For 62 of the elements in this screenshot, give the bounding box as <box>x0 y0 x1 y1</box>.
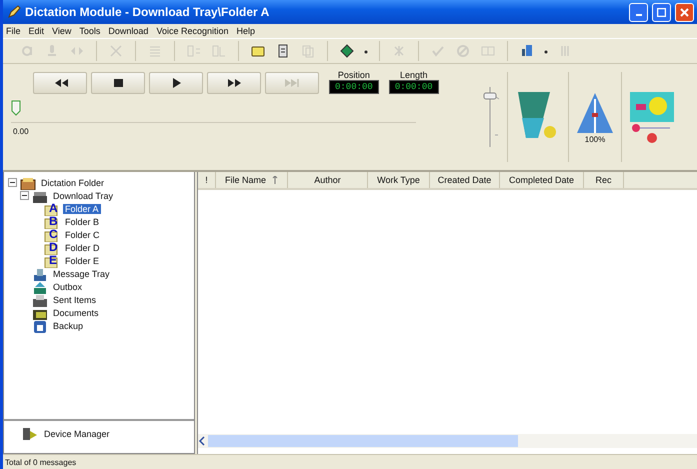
tree-item[interactable]: Folder E <box>63 256 102 266</box>
tree-item[interactable]: Download Tray <box>51 190 116 200</box>
menu-item[interactable]: Help <box>236 26 256 36</box>
rewind-button[interactable] <box>33 72 87 94</box>
position-display: 0:00:00 <box>329 80 379 94</box>
menu-item[interactable]: Download <box>108 26 148 36</box>
menu-item[interactable]: Edit <box>28 26 44 36</box>
window-title: Dictation Module - Download Tray\Folder A <box>25 5 270 19</box>
slider-thumb[interactable] <box>484 92 496 100</box>
minimize-button[interactable] <box>629 2 648 22</box>
collapse-toggle[interactable] <box>20 191 29 200</box>
maximize-button[interactable] <box>652 2 671 22</box>
tree-item[interactable]: Sent Items <box>51 294 98 304</box>
time-reading: 0.00 <box>13 127 30 136</box>
tree-item[interactable]: Folder A <box>63 204 101 214</box>
play-button[interactable] <box>149 72 203 94</box>
pencil-icon <box>7 5 21 19</box>
status-text: Total of 0 messages <box>5 458 76 466</box>
forward-button[interactable] <box>207 72 261 94</box>
position-label: Position <box>338 70 370 80</box>
menu-item[interactable]: Voice Recognition <box>156 26 228 36</box>
length-label: Length <box>400 70 428 80</box>
column-header[interactable]: Created Date <box>430 172 500 188</box>
scroll-left-icon[interactable] <box>198 436 206 446</box>
collapse-toggle[interactable] <box>8 178 17 187</box>
column-header[interactable]: Completed Date <box>500 172 584 188</box>
close-button[interactable] <box>675 2 694 22</box>
tree-item[interactable]: Message Tray <box>51 268 112 278</box>
device-manager-icon <box>22 427 38 441</box>
tray-icon <box>32 266 48 280</box>
slider-thumb[interactable] <box>11 100 21 116</box>
tree-item[interactable]: Dictation Folder <box>39 178 106 188</box>
tree-item[interactable]: Documents <box>51 308 101 318</box>
stop-button[interactable] <box>91 72 145 94</box>
speed-reading: 100% <box>584 134 606 144</box>
tree-item[interactable]: Folder C <box>63 230 102 240</box>
tree-item[interactable]: Outbox <box>51 282 84 292</box>
backup-icon <box>32 318 48 332</box>
minus-icon <box>10 180 15 185</box>
speed-icon[interactable] <box>575 90 615 134</box>
tree-item[interactable]: Folder B <box>63 216 102 226</box>
column-header[interactable]: ! <box>198 172 216 188</box>
position-slider[interactable] <box>11 98 416 123</box>
column-header[interactable]: Work Type <box>368 172 430 188</box>
sent-tray-icon <box>32 292 48 306</box>
minus-icon <box>22 193 27 198</box>
menu-item[interactable]: Tools <box>79 26 100 36</box>
maximize-icon <box>657 8 666 16</box>
tree-item[interactable]: Folder D <box>63 242 102 252</box>
cabinet-icon <box>20 176 36 190</box>
outbox-icon <box>32 280 48 294</box>
menu-item[interactable]: View <box>52 26 72 36</box>
column-header[interactable]: Author <box>288 172 368 188</box>
horizontal-scrollbar[interactable] <box>198 434 697 448</box>
column-header[interactable]: Rec <box>584 172 624 188</box>
column-header[interactable]: File Name <box>216 172 288 188</box>
close-icon <box>680 8 689 16</box>
minimize-icon <box>636 14 642 16</box>
device-manager-item[interactable]: Device Manager <box>42 429 112 439</box>
tree-item[interactable]: Backup <box>51 320 86 330</box>
length-display: 0:00:00 <box>388 80 439 94</box>
menu-item[interactable]: File <box>6 26 21 36</box>
